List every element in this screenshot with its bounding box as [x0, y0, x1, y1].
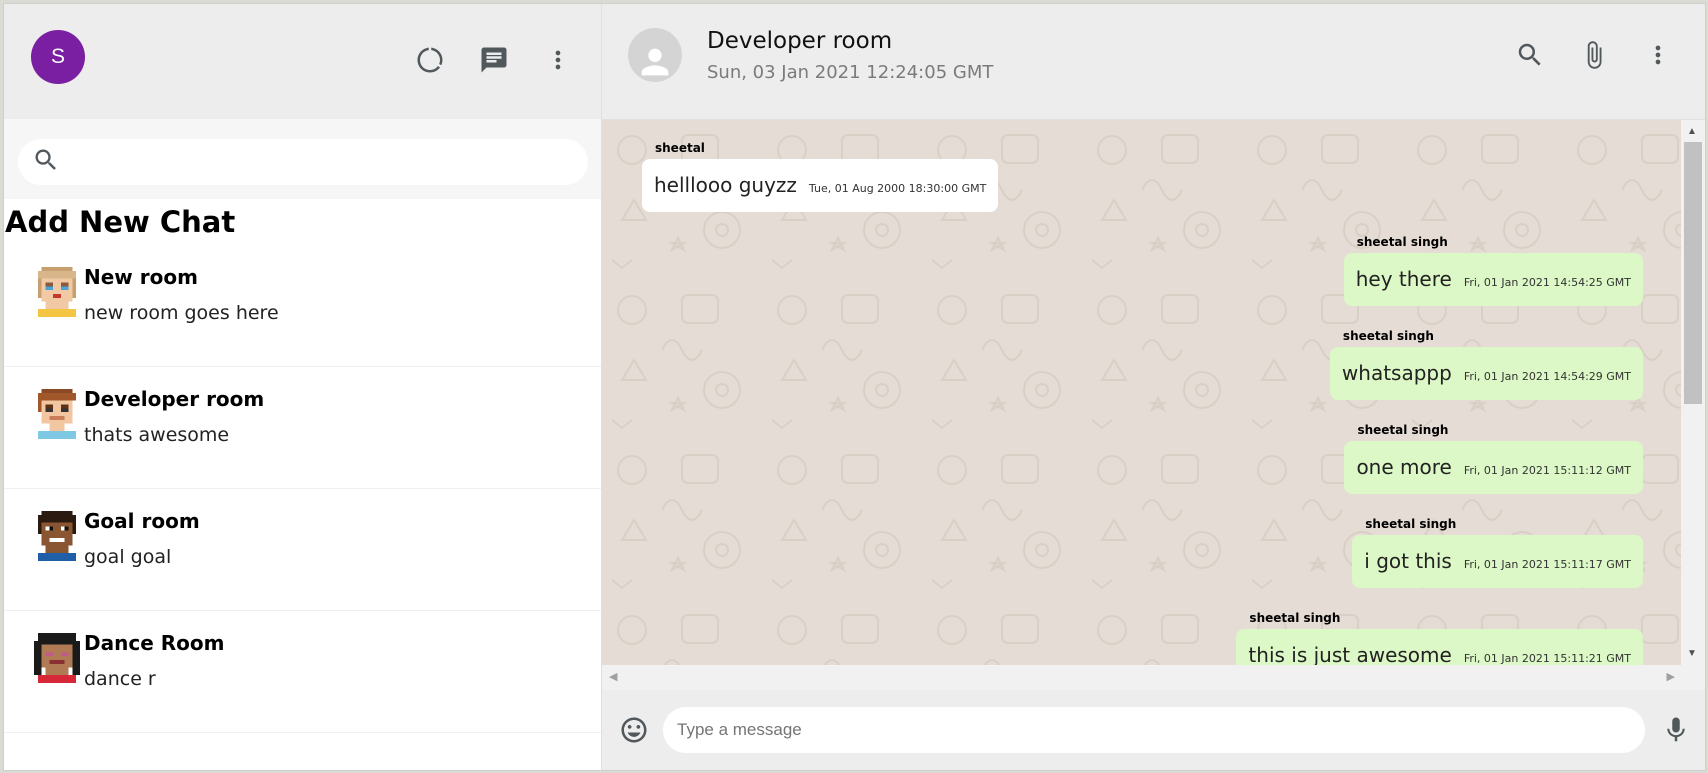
chat-item-name: New room [84, 265, 198, 289]
message-bubble-sent: sheetal singh i got this Fri, 01 Jan 202… [1352, 517, 1643, 588]
room-avatar[interactable] [628, 28, 682, 83]
room-name: Developer room [707, 27, 893, 54]
search-icon[interactable] [1513, 38, 1547, 72]
message-timestamp: Fri, 01 Jan 2021 15:11:17 GMT [1463, 557, 1631, 571]
scroll-up-arrow-icon[interactable]: ▲ [1687, 126, 1697, 137]
chat-list-item[interactable]: Goal room goal goal [4, 489, 601, 611]
scroll-right-arrow-icon[interactable]: ▶ [1667, 670, 1675, 683]
message-bubble-sent: sheetal singh one more Fri, 01 Jan 2021 … [1344, 423, 1643, 494]
message-sender: sheetal singh [1357, 422, 1449, 437]
attach-file-icon[interactable] [1577, 38, 1611, 72]
search-icon [32, 146, 60, 179]
chat-header: Developer room Sun, 03 Jan 2021 12:24:05… [602, 4, 1705, 120]
emoji-icon[interactable] [617, 713, 651, 747]
sidebar: S Add New Chat New room new room goes he… [4, 4, 602, 770]
chat-item-last-message: goal goal [84, 546, 172, 568]
chat-item-last-message: thats awesome [84, 424, 230, 446]
add-new-chat-button[interactable]: Add New Chat [4, 199, 601, 245]
sidebar-header-icons [413, 43, 575, 77]
message-timestamp: Fri, 01 Jan 2021 15:11:12 GMT [1463, 463, 1631, 477]
menu-more-icon[interactable] [1641, 38, 1675, 72]
search-input[interactable] [70, 153, 588, 171]
chat-list-item[interactable]: Developer room thats awesome [4, 367, 601, 489]
vertical-scrollbar[interactable]: ▲ ▼ [1681, 119, 1705, 665]
message-input-box [663, 706, 1645, 753]
pixel-avatar-icon [37, 511, 77, 561]
message-sender: sheetal singh [1365, 516, 1457, 531]
chat-item-name: Goal room [84, 509, 200, 533]
horizontal-scrollbar[interactable]: ◀ ▶ [602, 664, 1705, 690]
message-timestamp: Fri, 01 Jan 2021 15:11:21 GMT [1463, 651, 1631, 665]
microphone-icon[interactable] [1659, 713, 1693, 747]
message-text: helllooo guyzz [654, 172, 797, 197]
message-bubble-received: sheetal helllooo guyzz Tue, 01 Aug 2000 … [642, 141, 999, 212]
chat-list: New room new room goes here Developer ro… [4, 245, 601, 770]
message-text: one more [1356, 454, 1452, 479]
message-text: this is just awesome [1248, 642, 1452, 665]
scroll-left-arrow-icon[interactable]: ◀ [609, 670, 617, 683]
person-icon [641, 49, 669, 76]
pixel-avatar-icon [37, 389, 77, 439]
search-box [18, 139, 588, 185]
message-timestamp: Fri, 01 Jan 2021 14:54:25 GMT [1463, 275, 1631, 289]
message-composer [602, 688, 1705, 770]
message-text: hey there [1355, 266, 1452, 291]
message-bubble-sent: sheetal singh whatsappp Fri, 01 Jan 2021… [1329, 329, 1643, 400]
message-input[interactable] [677, 719, 1645, 740]
whatsapp-clone-app: S Add New Chat New room new room goes he… [3, 3, 1706, 771]
chat-messages-area[interactable]: sheetal helllooo guyzz Tue, 01 Aug 2000 … [602, 119, 1681, 665]
sidebar-header: S [4, 4, 601, 119]
message-text: whatsappp [1341, 360, 1452, 385]
message-sender: sheetal singh [1342, 328, 1434, 343]
chat-item-name: Developer room [84, 387, 265, 411]
menu-more-icon[interactable] [541, 43, 575, 77]
message-timestamp: Tue, 01 Aug 2000 18:30:00 GMT [808, 181, 987, 195]
message-timestamp: Fri, 01 Jan 2021 14:54:29 GMT [1463, 369, 1631, 383]
scroll-down-arrow-icon[interactable]: ▼ [1687, 648, 1697, 659]
message-sender: sheetal [655, 140, 705, 155]
user-avatar[interactable]: S [31, 29, 85, 84]
chat-panel: Developer room Sun, 03 Jan 2021 12:24:05… [602, 4, 1705, 770]
message-bubble-sent: sheetal singh this is just awesome Fri, … [1236, 611, 1643, 665]
message-sender: sheetal singh [1249, 610, 1341, 625]
chat-body-wrapper: sheetal helllooo guyzz Tue, 01 Aug 2000 … [602, 119, 1705, 690]
message-bubble-sent: sheetal singh hey there Fri, 01 Jan 2021… [1343, 235, 1643, 306]
scrollbar-thumb[interactable] [1684, 141, 1702, 404]
chat-list-item[interactable]: New room new room goes here [4, 245, 601, 367]
status-icon[interactable] [413, 43, 447, 77]
pixel-avatar-icon [34, 633, 80, 683]
chat-item-last-message: new room goes here [84, 302, 279, 324]
search-container [4, 119, 601, 199]
chat-item-name: Dance Room [84, 631, 225, 655]
message-text: i got this [1364, 548, 1452, 573]
chat-item-last-message: dance r [84, 668, 156, 690]
message-sender: sheetal singh [1356, 234, 1448, 249]
chat-header-icons [1513, 38, 1675, 72]
room-info: Developer room Sun, 03 Jan 2021 12:24:05… [707, 28, 1513, 83]
new-chat-icon[interactable] [477, 43, 511, 77]
chat-list-item[interactable]: Dance Room dance r [4, 611, 601, 733]
pixel-avatar-icon [37, 267, 77, 317]
room-last-seen: Sun, 03 Jan 2021 12:24:05 GMT [707, 61, 994, 83]
